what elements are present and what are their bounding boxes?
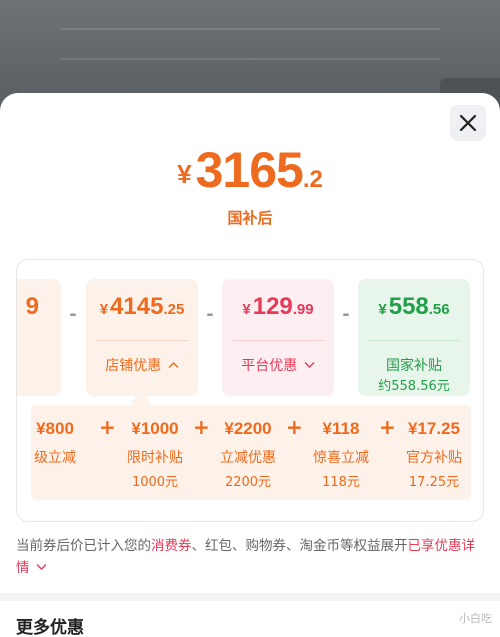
card-divider (96, 340, 188, 341)
section-separator (0, 593, 500, 601)
store-discount-details: ¥800 级立减 + ¥1000 限时补贴 1000元 + ¥2200 立减优惠… (31, 405, 471, 500)
close-button[interactable] (450, 105, 486, 141)
national-subsidy-card[interactable]: ¥558.56 国家补贴 约558.56元 (358, 279, 470, 396)
price-label: 国补后 (227, 209, 273, 227)
close-icon (459, 114, 477, 132)
minus-sign: - (69, 304, 77, 325)
chevron-up-icon (168, 362, 179, 368)
partial-card-amount: 9 (25, 293, 39, 320)
discount-breakdown-panel: 9 - ¥4145.25 店铺优惠 - ¥129.99 平台优惠 - ¥558.… (16, 259, 484, 522)
platform-discount-card[interactable]: ¥129.99 平台优惠 (222, 279, 334, 396)
price-integer: 3165 (195, 142, 304, 198)
partial-card: 9 (17, 279, 61, 396)
discount-sheet: ¥3165.2 国补后 9 - ¥4145.25 店铺优惠 - ¥129.99 … (0, 93, 500, 637)
card-divider (368, 340, 460, 341)
price-decimal: .2 (302, 166, 323, 193)
national-subsidy-approx: 约558.56元 (378, 379, 450, 394)
store-discount-label[interactable]: 店铺优惠 (86, 355, 198, 375)
store-discount-card[interactable]: ¥4145.25 店铺优惠 (86, 279, 198, 396)
platform-discount-amount: ¥129.99 (242, 293, 314, 320)
plus-sign: + (99, 415, 116, 439)
plus-sign: + (193, 415, 210, 439)
more-discounts-title: 更多优惠 (16, 618, 84, 637)
background-divider (60, 28, 440, 30)
final-price: ¥3165.2 (0, 141, 500, 199)
background-page (0, 0, 500, 100)
watermark: 小白吃 (459, 612, 492, 625)
chevron-down-icon (304, 362, 315, 368)
minus-sign: - (342, 304, 350, 325)
chevron-down-icon (36, 564, 47, 570)
background-divider (60, 58, 440, 60)
national-subsidy-amount: ¥558.56 (378, 293, 450, 320)
voucher-link[interactable]: 消费券 (151, 538, 192, 554)
currency-symbol: ¥ (177, 159, 192, 189)
store-discount-amount: ¥4145.25 (99, 293, 185, 320)
plus-sign: + (379, 415, 396, 439)
plus-sign: + (286, 415, 303, 439)
card-divider (232, 340, 324, 341)
minus-sign: - (206, 304, 214, 325)
platform-discount-label[interactable]: 平台优惠 (222, 355, 334, 375)
national-subsidy-label: 国家补贴 (386, 358, 442, 374)
benefits-note: 当前券后价已计入您的消费券、红包、购物券、淘金币等权益展开已享优惠详情 (16, 538, 475, 576)
